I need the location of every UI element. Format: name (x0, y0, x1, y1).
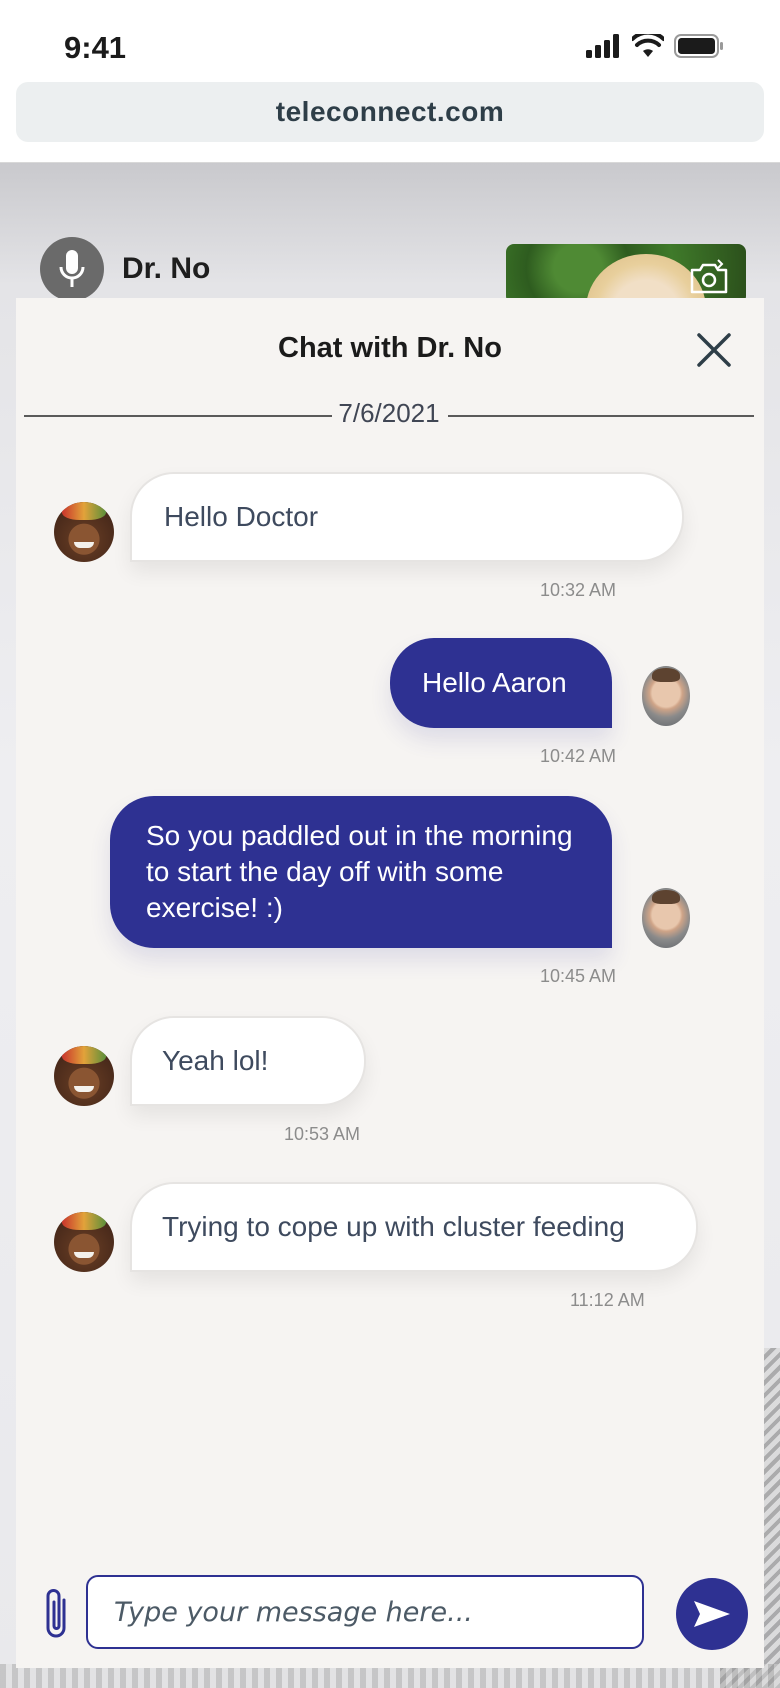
caller-name: Dr. No (122, 252, 211, 285)
status-bar: 9:41 (0, 0, 780, 80)
message-text: So you paddled out in the morning to sta… (146, 820, 573, 923)
url-text: teleconnect.com (275, 96, 505, 127)
message-time: 10:42 AM (540, 746, 617, 766)
status-icons (586, 34, 724, 58)
message-time: 10:45 AM (540, 966, 617, 986)
close-icon[interactable] (696, 332, 732, 368)
microphone-icon (59, 250, 85, 287)
doctor-avatar (642, 666, 690, 726)
doctor-avatar (642, 888, 690, 948)
paperclip-icon[interactable] (40, 1586, 74, 1642)
message-text: Hello Aaron (422, 667, 567, 698)
chat-panel: Chat with Dr. No 7/6/2021 Hello Doctor 1… (16, 298, 764, 1668)
microphone-button[interactable] (40, 237, 104, 301)
message-time: 10:32 AM (540, 580, 617, 600)
message-bubble-incoming: Hello Doctor (130, 472, 684, 562)
self-view-video[interactable] (506, 244, 746, 304)
message-text: Yeah lol! (162, 1045, 269, 1076)
send-icon (694, 1601, 730, 1627)
signal-icon (586, 34, 619, 58)
chat-date: 7/6/2021 (338, 398, 440, 428)
url-bar[interactable]: teleconnect.com (16, 82, 764, 142)
message-input[interactable] (86, 1575, 644, 1649)
patient-avatar (54, 1212, 114, 1272)
date-divider: 7/6/2021 (24, 398, 754, 434)
message-bubble-outgoing: Hello Aaron (390, 638, 612, 728)
message-text: Trying to cope up with cluster feeding (162, 1211, 625, 1242)
chat-title: Chat with Dr. No (278, 332, 502, 364)
send-button[interactable] (676, 1578, 748, 1650)
message-bubble-outgoing: So you paddled out in the morning to sta… (110, 796, 612, 948)
message-time: 10:53 AM (284, 1124, 361, 1144)
patient-avatar (54, 502, 114, 562)
message-bubble-incoming: Yeah lol! (130, 1016, 366, 1106)
status-time: 9:41 (64, 30, 127, 65)
message-text: Hello Doctor (164, 501, 319, 532)
camera-switch-icon[interactable] (688, 258, 730, 298)
patient-avatar (54, 1046, 114, 1106)
wifi-icon (632, 34, 664, 57)
battery-icon (674, 34, 723, 58)
message-bubble-incoming: Trying to cope up with cluster feeding (130, 1182, 698, 1272)
divider-line (448, 415, 754, 417)
message-time: 11:12 AM (570, 1290, 645, 1310)
